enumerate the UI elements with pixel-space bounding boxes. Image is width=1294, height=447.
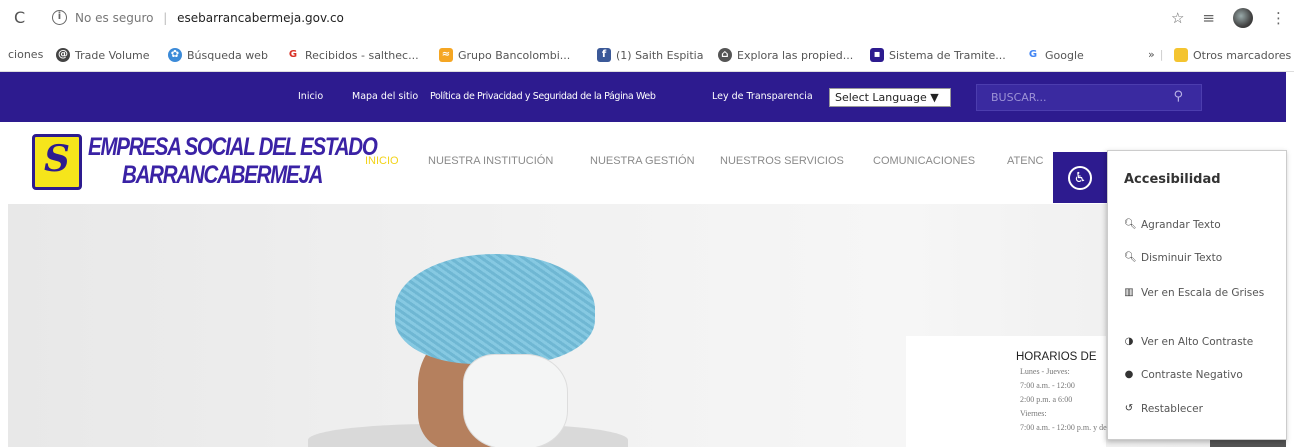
hero-face-mask — [463, 354, 568, 447]
bookmark-item[interactable]: ⌂ Explora las propied... — [718, 48, 853, 62]
hours-line: Lunes - Jueves: — [1020, 367, 1070, 376]
language-select[interactable]: Select Language ▼ — [829, 88, 951, 107]
folder-icon — [1174, 48, 1188, 62]
nav-institucion[interactable]: NUESTRA INSTITUCIÓN — [428, 155, 553, 167]
nav-inicio[interactable]: INICIO — [365, 155, 399, 167]
grayscale-icon: ▥ — [1124, 287, 1134, 298]
hours-line: 2:00 p.m. a 6:00 — [1020, 395, 1073, 404]
bookmark-item[interactable]: ciones — [8, 48, 43, 61]
hero-surgical-cap — [395, 254, 595, 364]
contrast-icon: ◑ — [1124, 336, 1134, 347]
hours-line: 7:00 a.m. - 12:00 — [1020, 381, 1075, 390]
trade-volume-icon: @ — [56, 48, 70, 62]
top-link-privacy[interactable]: Política de Privacidad y Seguridad de la… — [430, 91, 656, 102]
top-link-transparency[interactable]: Ley de Transparencia — [712, 91, 813, 102]
url-field[interactable]: No es seguro | esebarrancabermeja.gov.co — [75, 11, 344, 25]
search-placeholder: BUSCAR... — [991, 91, 1047, 104]
acc-item-shrink-text[interactable]: 🔍︎ Disminuir Texto — [1124, 252, 1284, 264]
system-icon: ▪ — [870, 48, 884, 62]
nav-gestion[interactable]: NUESTRA GESTIÓN — [590, 155, 695, 167]
web-search-icon: ✿ — [168, 48, 182, 62]
top-link-inicio[interactable]: Inicio — [298, 91, 323, 102]
accessibility-title: Accesibilidad — [1124, 172, 1221, 187]
accessibility-icon: ♿ — [1068, 165, 1092, 190]
search-input[interactable]: BUSCAR... ⚲ — [976, 84, 1202, 111]
bookmarks-more[interactable]: » | — [1148, 48, 1163, 61]
bookmark-item[interactable]: G Recibidos - salthec... — [286, 48, 419, 62]
star-icon[interactable]: ☆ — [1171, 9, 1184, 27]
avatar[interactable] — [1233, 8, 1253, 28]
acc-item-reset[interactable]: ↺ Restablecer — [1124, 403, 1284, 415]
nav-atencion[interactable]: ATENC — [1007, 155, 1043, 167]
facebook-icon: f — [597, 48, 611, 62]
bookmark-item[interactable]: ≈ Grupo Bancolombi... — [439, 48, 570, 62]
security-label: No es seguro — [75, 11, 154, 25]
info-icon[interactable]: i — [52, 10, 67, 25]
logo-icon[interactable]: S — [32, 134, 82, 190]
bookmarks-bar: ciones @ Trade Volume ✿ Búsqueda web G R… — [0, 38, 1294, 72]
reload-icon[interactable]: C — [14, 8, 25, 27]
more-icon: » — [1148, 48, 1155, 61]
site-top-bar: Inicio Mapa del sitio Política de Privac… — [0, 72, 1286, 122]
zoom-in-icon: 🔍︎ — [1124, 219, 1137, 230]
accessibility-panel: Accesibilidad 🔍︎ Agrandar Texto 🔍︎ Dismi… — [1107, 150, 1287, 440]
url-text: esebarrancabermeja.gov.co — [177, 11, 344, 25]
zoom-out-icon: 🔍︎ — [1124, 252, 1137, 263]
logo-subtitle[interactable]: BARRANCABERMEJA — [122, 161, 323, 190]
bookmark-item[interactable]: Otros marcadores — [1174, 48, 1291, 62]
nav-servicios[interactable]: NUESTROS SERVICIOS — [720, 155, 844, 167]
logo-title[interactable]: EMPRESA SOCIAL DEL ESTADO — [88, 133, 378, 162]
bancolombia-icon: ≈ — [439, 48, 453, 62]
menu-icon[interactable]: ⋮ — [1271, 9, 1286, 27]
property-icon: ⌂ — [718, 48, 732, 62]
nav-comunicaciones[interactable]: COMUNICACIONES — [873, 155, 975, 167]
accessibility-toggle-button[interactable]: ♿ — [1053, 152, 1107, 203]
browser-toolbar-icons: ☆ ≡ ⋮ — [1171, 8, 1286, 28]
google-icon: G — [1028, 49, 1038, 60]
acc-item-high-contrast[interactable]: ◑ Ver en Alto Contraste — [1124, 336, 1284, 348]
hero-banner: HORARIOS DE Lunes - Jueves: 7:00 a.m. - … — [8, 204, 1286, 447]
hours-line: Viernes: — [1020, 409, 1047, 418]
queue-icon[interactable]: ≡ — [1202, 9, 1215, 27]
acc-item-enlarge-text[interactable]: 🔍︎ Agrandar Texto — [1124, 219, 1284, 231]
acc-item-negative-contrast[interactable]: ● Contraste Negativo — [1124, 369, 1284, 381]
top-link-sitemap[interactable]: Mapa del sitio — [352, 91, 418, 102]
bookmark-item[interactable]: f (1) Saith Espitia — [597, 48, 703, 62]
reset-icon: ↺ — [1124, 403, 1134, 414]
gmail-icon: G — [288, 49, 298, 60]
hours-title: HORARIOS DE — [1016, 351, 1097, 363]
eye-icon: ● — [1124, 369, 1134, 380]
search-icon[interactable]: ⚲ — [1173, 89, 1183, 104]
browser-address-bar: C i No es seguro | esebarrancabermeja.go… — [0, 0, 1294, 38]
bookmark-item[interactable]: @ Trade Volume — [56, 48, 150, 62]
acc-item-grayscale[interactable]: ▥ Ver en Escala de Grises — [1124, 287, 1284, 299]
bookmark-item[interactable]: G Google — [1026, 48, 1084, 62]
bookmark-item[interactable]: ▪ Sistema de Tramite... — [870, 48, 1006, 62]
hours-line: 7:00 a.m. - 12:00 p.m. y de — [1020, 423, 1107, 432]
hours-card: HORARIOS DE Lunes - Jueves: 7:00 a.m. - … — [906, 336, 1107, 447]
bookmark-item[interactable]: ✿ Búsqueda web — [168, 48, 268, 62]
